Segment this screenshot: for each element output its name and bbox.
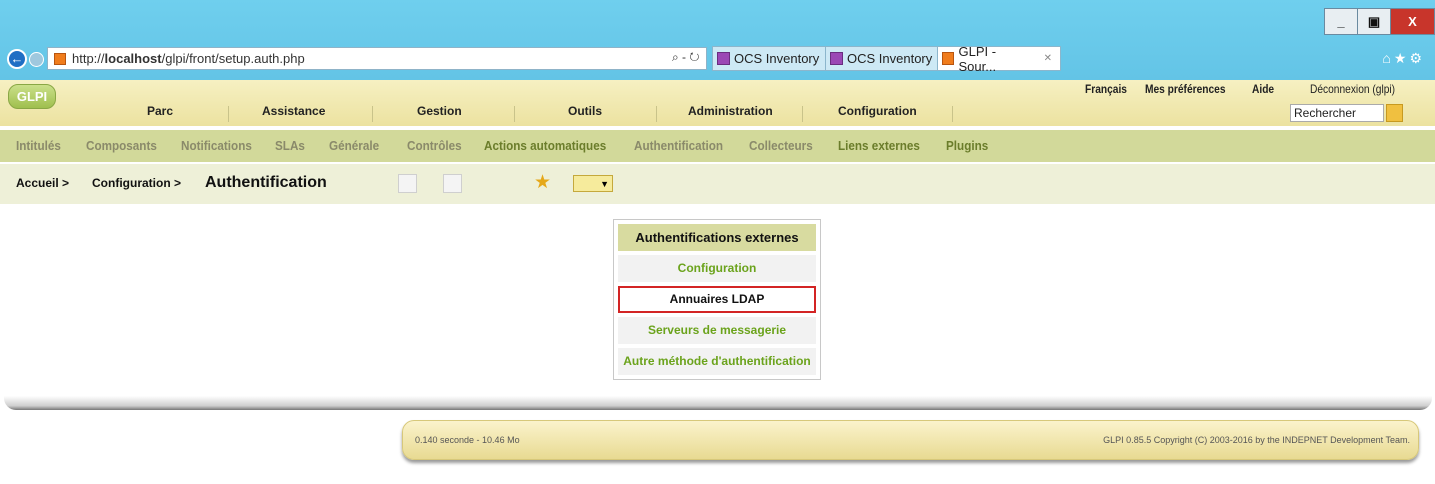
window-controls: _ ▣ X xyxy=(1324,8,1435,35)
bookmark-star-icon[interactable]: ★ xyxy=(534,173,551,192)
add-icon[interactable] xyxy=(398,174,417,193)
url-host: localhost xyxy=(104,51,162,66)
url-prefix: http:// xyxy=(72,51,105,66)
restore-button[interactable]: ▣ xyxy=(1357,8,1391,35)
menu-gestion[interactable]: Gestion xyxy=(417,104,462,118)
breadcrumb-home[interactable]: Accueil > xyxy=(16,176,69,190)
logout-link[interactable]: Déconnexion (glpi) xyxy=(1310,82,1395,96)
menu-separator xyxy=(656,106,657,122)
external-auth-menu: Authentifications externes Configuration… xyxy=(613,219,821,380)
tab-label: GLPI - Sour... xyxy=(958,43,997,74)
close-button[interactable]: X xyxy=(1390,8,1435,35)
submenu-actions-automatiques[interactable]: Actions automatiques xyxy=(484,138,606,153)
submenu-controles[interactable]: Contrôles xyxy=(407,138,462,153)
tab-ocs-inventory-2[interactable]: OCS Inventory xyxy=(825,46,942,71)
menu-parc[interactable]: Parc xyxy=(147,104,173,118)
menu-administration[interactable]: Administration xyxy=(688,104,773,118)
tab-label: OCS Inventory xyxy=(734,51,820,66)
tab-label: OCS Inventory xyxy=(847,51,933,66)
auth-other-method-link[interactable]: Autre méthode d'authentification xyxy=(618,348,816,375)
auth-menu-title: Authentifications externes xyxy=(618,224,816,251)
search-refresh-icon[interactable]: ⌕ - ↻ xyxy=(672,50,700,65)
gear-icon[interactable]: ⚙ xyxy=(1409,50,1425,66)
footer: 0.140 seconde - 10.46 Mo GLPI 0.85.5 Cop… xyxy=(402,420,1419,460)
address-bar[interactable]: http://localhost/glpi/front/setup.auth.p… xyxy=(47,47,707,70)
glpi-favicon-icon xyxy=(942,52,955,65)
my-preferences-link[interactable]: Mes préférences xyxy=(1145,82,1226,96)
submenu-intitules[interactable]: Intitulés xyxy=(16,138,61,153)
submenu-collecteurs[interactable]: Collecteurs xyxy=(749,138,813,153)
configuration-submenu: Intitulés Composants Notifications SLAs … xyxy=(0,130,1435,162)
url-path: /glpi/front/setup.auth.php xyxy=(161,51,305,66)
footer-timing: 0.140 seconde - 10.46 Mo xyxy=(415,435,520,445)
tab-ocs-inventory-1[interactable]: OCS Inventory xyxy=(712,46,829,71)
auth-configuration-link[interactable]: Configuration xyxy=(618,255,816,282)
site-favicon-icon xyxy=(54,52,66,65)
help-link[interactable]: Aide xyxy=(1252,82,1274,96)
submenu-liens-externes[interactable]: Liens externes xyxy=(838,138,920,153)
search-icon[interactable] xyxy=(443,174,462,193)
display-options-icon[interactable]: ▼ xyxy=(573,175,613,192)
ocs-favicon-icon xyxy=(830,52,843,65)
menu-separator xyxy=(228,106,229,122)
breadcrumb-configuration[interactable]: Configuration > xyxy=(92,176,181,190)
submenu-generale[interactable]: Générale xyxy=(329,138,379,153)
menu-separator xyxy=(372,106,373,122)
breadcrumb: Accueil > Configuration > Authentificati… xyxy=(0,164,1435,204)
menu-configuration[interactable]: Configuration xyxy=(838,104,917,118)
search-input[interactable]: Rechercher xyxy=(1290,104,1384,122)
menu-separator xyxy=(514,106,515,122)
search-button[interactable] xyxy=(1386,104,1403,122)
page-title: Authentification xyxy=(205,174,327,191)
language-link[interactable]: Français xyxy=(1085,82,1127,96)
main-menu: Parc Assistance Gestion Outils Administr… xyxy=(0,104,1435,126)
submenu-authentification[interactable]: Authentification xyxy=(634,138,723,153)
menu-outils[interactable]: Outils xyxy=(568,104,602,118)
back-arrow-icon[interactable]: ← xyxy=(7,49,27,69)
page-bottom-edge xyxy=(4,396,1432,410)
auth-mail-servers-link[interactable]: Serveurs de messagerie xyxy=(618,317,816,344)
auth-ldap-link[interactable]: Annuaires LDAP xyxy=(618,286,816,313)
footer-copyright[interactable]: GLPI 0.85.5 Copyright (C) 2003-2016 by t… xyxy=(1103,435,1410,445)
submenu-composants[interactable]: Composants xyxy=(86,138,157,153)
ocs-favicon-icon xyxy=(717,52,730,65)
star-icon[interactable]: ★ xyxy=(1394,50,1410,66)
submenu-notifications[interactable]: Notifications xyxy=(181,138,252,153)
tab-glpi[interactable]: GLPI - Sour... ✕ xyxy=(937,43,1061,74)
submenu-plugins[interactable]: Plugins xyxy=(946,138,988,153)
tab-close-icon[interactable]: ✕ xyxy=(1044,53,1052,64)
minimize-button[interactable]: _ xyxy=(1324,8,1358,35)
menu-assistance[interactable]: Assistance xyxy=(262,104,325,118)
forward-arrow-icon[interactable] xyxy=(29,52,44,67)
submenu-slas[interactable]: SLAs xyxy=(275,138,305,153)
menu-separator xyxy=(952,106,953,122)
home-icon[interactable]: ⌂ xyxy=(1382,50,1393,66)
menu-separator xyxy=(802,106,803,122)
